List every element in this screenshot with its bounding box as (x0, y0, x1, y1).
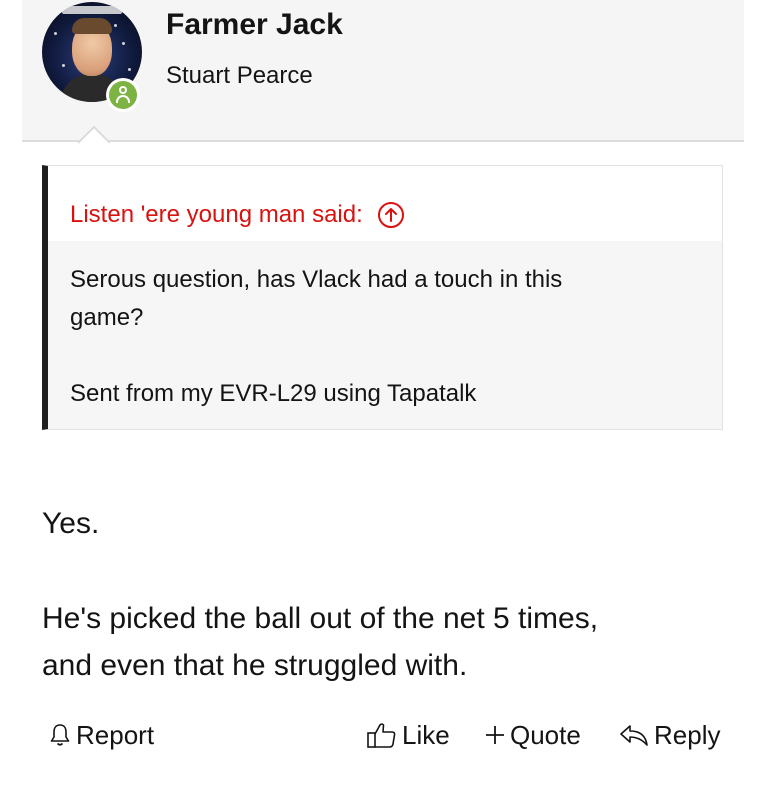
message-line: Yes. (42, 507, 100, 540)
bell-icon (50, 724, 70, 746)
quote-block: Listen 'ere young man said: Serous quest… (42, 165, 723, 430)
quote-text-line: Serous question, has Vlack had a touch i… (70, 266, 563, 293)
arrow-up-circle-icon[interactable] (377, 201, 405, 229)
quote-button[interactable]: Quote (484, 714, 581, 756)
post-actions: Report Like Quote Reply (42, 714, 742, 756)
report-button[interactable]: Report (48, 714, 154, 756)
user-online-icon (106, 78, 140, 112)
like-button[interactable]: Like (366, 714, 450, 756)
message-body: Yes. He's picked the ball out of the net… (42, 500, 732, 689)
thumbs-up-icon (367, 723, 396, 748)
reply-arrow-icon (620, 725, 648, 746)
quote-attribution[interactable]: Listen 'ere young man said: (70, 201, 363, 229)
header-pointer (78, 125, 110, 144)
author-name[interactable]: Farmer Jack (166, 8, 343, 42)
reply-label: Reply (654, 719, 721, 750)
report-label: Report (76, 719, 155, 750)
user-title: Stuart Pearce (166, 62, 313, 89)
like-label: Like (402, 719, 450, 750)
reply-button[interactable]: Reply (618, 714, 720, 756)
plus-icon (486, 726, 504, 744)
quote-signature: Sent from my EVR-L29 using Tapatalk (70, 380, 477, 407)
quote-label: Quote (510, 719, 581, 750)
message-line: and even that he struggled with. (42, 649, 468, 682)
quote-text-line: game? (70, 304, 144, 331)
message-line: He's picked the ball out of the net 5 ti… (42, 602, 599, 635)
quote-body: Serous question, has Vlack had a touch i… (48, 241, 722, 433)
quote-header[interactable]: Listen 'ere young man said: (48, 166, 722, 241)
